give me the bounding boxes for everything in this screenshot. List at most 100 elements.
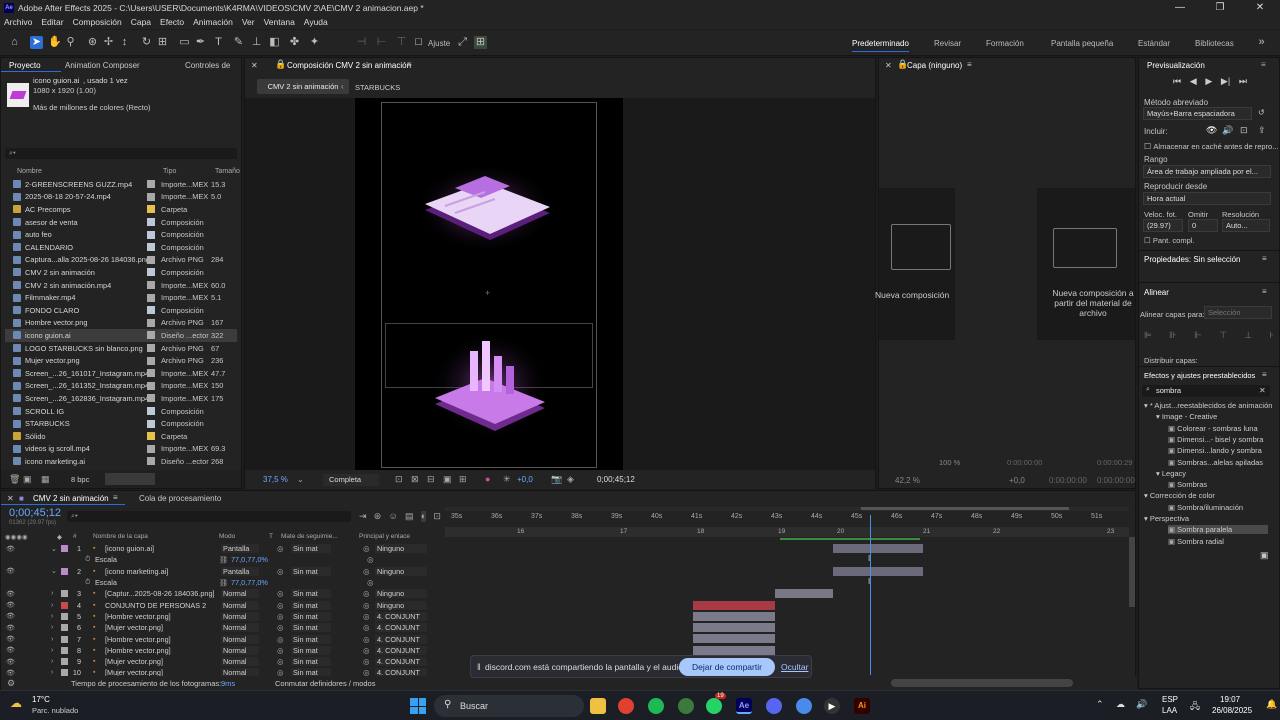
label-color-icon[interactable] [147,180,155,189]
label-color-icon[interactable] [147,457,155,466]
label-color-icon[interactable] [147,281,155,290]
workspace-predeterminado[interactable]: Predeterminado [852,39,909,52]
parent-pickwhip-icon[interactable]: ◎ [363,657,369,666]
rectangle-tool-icon[interactable]: ▭ [178,36,191,49]
layer-duration-bar[interactable] [693,634,775,644]
layer-property-row[interactable]: ⏱ Escala ⛓ 77,0,77,0% ◎ [1,554,441,565]
properties-menu-icon[interactable]: ≡ [1262,254,1267,263]
parent-pickwhip-icon[interactable]: ◎ [363,623,369,632]
maximize-button[interactable]: ❐ [1200,0,1240,15]
lang-label[interactable]: ESP [1162,695,1178,704]
discord-icon[interactable] [766,698,782,714]
chrome-icon[interactable] [618,698,634,714]
last-frame-icon[interactable]: ⏭ [1239,76,1247,87]
comp-mini-flowchart-icon[interactable]: ⇥ [359,511,367,522]
workspace-formacion[interactable]: Formación [986,39,1024,48]
pickwhip-icon[interactable]: ◎ [277,657,283,666]
menu-efecto[interactable]: Efecto [160,17,184,27]
comp-viewer[interactable]: + [245,98,875,470]
align-bottom-icon[interactable]: ⊦ [1269,330,1274,341]
label-color-icon[interactable] [147,369,155,378]
track-matte-select[interactable]: Sin mat [291,566,331,576]
align-top-icon[interactable]: ⊤ [1219,330,1227,341]
visibility-eye-icon[interactable]: 👁 [6,567,15,575]
lock-icon[interactable]: 🔒 [275,59,286,70]
current-time-indicator[interactable] [870,515,871,675]
menu-editar[interactable]: Editar [41,17,63,27]
workspace-more-icon[interactable]: » [1255,36,1268,49]
track-matte-select[interactable]: Sin mat [291,589,331,599]
layer-panel-title[interactable]: Capa (ninguno) [907,61,962,70]
visibility-eye-icon[interactable]: 👁 [6,624,15,632]
project-item[interactable]: icono marketing.ai Diseño ...ector 268 [5,455,237,468]
project-item[interactable]: CMV 2 sin animación Composición [5,266,237,279]
motion-blur-icon[interactable]: ◐ [420,511,427,522]
effects-title[interactable]: Efectos y ajustes preestablecidos [1144,371,1255,380]
parent-pickwhip-icon[interactable]: ◎ [363,601,369,610]
comp-current-time[interactable]: 0;00;45;12 [597,475,635,484]
property-value[interactable]: 77,0,77,0% [231,578,268,587]
menu-archivo[interactable]: Archivo [4,17,32,27]
layer-row[interactable]: 👁 ⌄ 2 ▪ [icono marketing.ai] Pantalla ◎ Sin mat… [1,566,441,577]
comp-panel-title[interactable]: Composición CMV 2 sin animación [287,61,411,70]
bpc-label[interactable]: 8 bpc [71,475,89,484]
parent-select[interactable]: 4. CONJUNT [375,657,427,667]
time-graph[interactable]: 35s 36s 37s 38s 39s 40s 41s 42s 43s 44s 45s 46s 47s 4… [445,507,1129,678]
label-color-icon[interactable] [147,293,155,302]
layer-duration-bar[interactable] [775,589,833,599]
taskbar-search[interactable]: ⚲ Buscar [434,695,584,717]
shy-icon[interactable]: ☺ [389,511,398,522]
parent-pickwhip-icon[interactable]: ◎ [363,612,369,621]
spotify-icon[interactable] [648,698,664,714]
eraser-tool-icon[interactable]: ◧ [268,36,281,49]
expand-arrow-icon[interactable]: › [51,602,53,609]
tab-controles[interactable]: Controles de [185,61,230,70]
align-target-select[interactable]: Selección [1204,306,1272,319]
track-matte-select[interactable]: Sin mat [291,544,331,554]
track-matte-select[interactable]: Sin mat [291,611,331,621]
layer-name[interactable]: [Mujer vector.png] [105,623,163,632]
label-color-icon[interactable] [147,419,155,428]
comp-breadcrumb-current[interactable]: CMV 2 sin animación [257,79,349,94]
comp-marker[interactable]: 22 [993,528,1000,535]
project-item[interactable]: 2025-08-18 20-57-24.mp4 Importe...MEX 5.0 [5,191,237,204]
blend-mode-select[interactable]: Normal [221,600,259,610]
menu-animación[interactable]: Animación [193,17,233,27]
time-ruler[interactable]: 35s 36s 37s 38s 39s 40s 41s 42s 43s 44s 45s 46s 47s 4… [445,513,1129,525]
pickwhip-icon[interactable]: ◎ [277,635,283,644]
align-left-edges-icon[interactable]: ⊫ [1144,330,1152,341]
new-comp-from-footage-card[interactable]: Nueva composición a partir del material … [1037,188,1135,340]
effect-item[interactable]: ▣ Sombra/iluminación [1168,503,1243,512]
visibility-eye-icon[interactable]: 👁 [6,635,15,643]
export-icon[interactable]: ⇪ [1258,125,1266,136]
expand-arrow-icon[interactable]: › [51,658,53,665]
effect-item[interactable]: ▣ Sombra paralela [1168,525,1268,535]
blend-mode-select[interactable]: Normal [221,623,259,633]
effect-category[interactable]: ▾ Image - Creative [1156,412,1217,421]
layer-zoom[interactable]: 42,2 % [895,476,920,485]
layer-row[interactable]: 👁 › 8 ▪ [Hombre vector.png] Normal ◎ Sin mat ◎ 4.… [1,645,441,656]
parent-pickwhip-icon[interactable]: ◎ [363,635,369,644]
menu-composición[interactable]: Composición [73,17,122,27]
reproducir-select[interactable]: Hora actual [1143,192,1271,205]
comp-marker[interactable]: 17 [620,528,627,535]
new-preset-icon[interactable]: ▣ [1260,550,1269,561]
parent-pickwhip-icon[interactable]: ◎ [363,567,369,576]
link-icon[interactable]: ⛓ [219,578,228,587]
project-item[interactable]: 2-GREENSCREENS GUZZ.mp4 Importe...MEX 15.3 [5,178,237,191]
magnification-dropdown-icon[interactable]: ⌄ [297,475,304,484]
menu-ayuda[interactable]: Ayuda [304,17,328,27]
layer-label-color-icon[interactable] [61,635,68,643]
project-item[interactable]: auto feo Composición [5,228,237,241]
workspace-pantalla-pequena[interactable]: Pantalla pequeña [1051,39,1113,48]
transparency-grid-icon[interactable]: ⊠ [411,474,419,485]
chrome-alt-icon[interactable] [796,698,812,714]
close-layer-tab-icon[interactable]: ✕ [885,61,892,70]
blend-mode-select[interactable]: Normal [221,611,259,621]
pickwhip-icon[interactable]: ◎ [277,601,283,610]
layer-row[interactable]: 👁 › 6 ▪ [Mujer vector.png] Normal ◎ Sin mat ◎ 4. … [1,622,441,633]
layer-label-color-icon[interactable] [61,658,68,666]
close-button[interactable]: ✕ [1240,0,1280,15]
layer-name[interactable]: [icono marketing.ai] [105,567,168,576]
roto-brush-icon[interactable]: ✤ [288,36,301,49]
